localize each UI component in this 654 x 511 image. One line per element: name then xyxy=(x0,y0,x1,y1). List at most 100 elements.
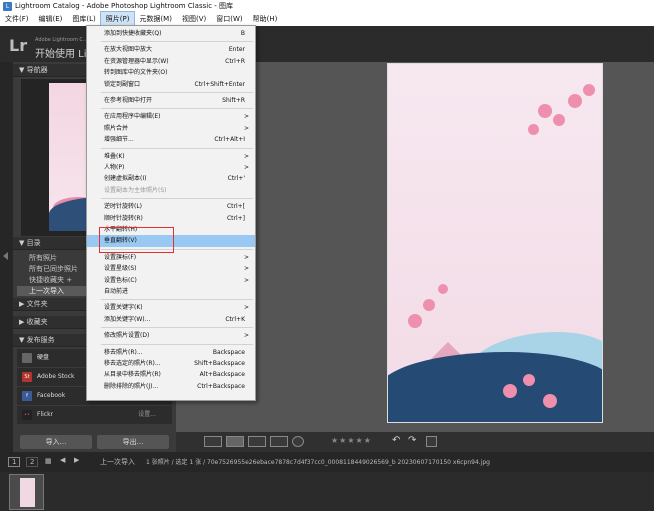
identity-subtitle: Adobe Lightroom C... xyxy=(35,37,88,43)
menu-item-label: 在资源管理器中显示(W) xyxy=(104,57,169,65)
menu-item-shortcut: Ctrl+Alt+I xyxy=(214,136,245,144)
crop-icon[interactable] xyxy=(426,436,437,447)
menu-item-label: 转到图库中的文件夹(O) xyxy=(104,69,168,77)
menu-item[interactable]: 人物(P) > xyxy=(87,162,255,174)
menu-item[interactable]: 顺时针旋转(R) Ctrl+] xyxy=(87,213,255,225)
submenu-arrow-icon: > xyxy=(243,124,249,132)
menu-item[interactable]: 逆时针旋转(L) Ctrl+[ xyxy=(87,201,255,213)
menu-item[interactable]: 移去选定的照片(R)... Shift+Backspace xyxy=(87,358,255,370)
menu-separator xyxy=(101,343,253,345)
forward-arrow-icon[interactable]: ▶ xyxy=(74,456,79,464)
menu-item[interactable]: 设置旗标(F) > xyxy=(87,252,255,264)
window-title: Lightroom Catalog - Adobe Photoshop Ligh… xyxy=(15,2,234,10)
menu-view[interactable]: 视图(V) xyxy=(177,12,211,26)
menu-item-shortcut: Ctrl+] xyxy=(226,214,245,222)
menu-metadata[interactable]: 元数据(M) xyxy=(134,12,177,26)
compare-view-icon[interactable] xyxy=(248,436,266,447)
menu-item[interactable]: 移去照片(R)... Backspace xyxy=(87,347,255,359)
menu-item[interactable]: 添加到快捷收藏夹(Q) B xyxy=(87,28,255,40)
rotate-right-icon[interactable]: ↷ xyxy=(408,435,416,446)
menu-separator xyxy=(101,327,253,329)
filmstrip-header: 1 2 ▦ ◀ ▶ 上一次导入 1 张照片 / 选定 1 张 / 70e7526… xyxy=(0,452,654,472)
menu-item[interactable]: 修改照片设置(D) > xyxy=(87,330,255,342)
blossom-shape xyxy=(438,284,448,294)
export-button[interactable]: 导出... xyxy=(97,435,169,449)
menu-item[interactable]: 设置色标(C) > xyxy=(87,275,255,287)
filmstrip xyxy=(0,472,654,511)
menu-help[interactable]: 帮助(H) xyxy=(248,12,283,26)
highlight-annotation-box xyxy=(99,227,174,253)
publish-facebook-label: Facebook xyxy=(37,392,66,399)
menu-item-label: 设置色标(C) xyxy=(104,276,137,284)
blossom-shape xyxy=(503,384,517,398)
submenu-arrow-icon: > xyxy=(243,253,249,261)
menu-item-shortcut: Backspace xyxy=(212,348,245,356)
menu-photo[interactable]: 照片(P) xyxy=(99,11,136,27)
submenu-arrow-icon: > xyxy=(243,152,249,160)
flickr-setup-label[interactable]: 设置... xyxy=(138,406,156,424)
left-edge-bar[interactable] xyxy=(0,62,13,452)
page-1-button[interactable]: 1 xyxy=(8,457,21,467)
menu-item[interactable]: 转到图库中的文件夹(O) xyxy=(87,67,255,79)
menu-item-shortcut: Ctrl+R xyxy=(225,57,245,65)
blossom-shape xyxy=(583,84,595,96)
menu-item[interactable]: 堆叠(K) > xyxy=(87,151,255,163)
grid-small-icon[interactable]: ▦ xyxy=(45,457,52,465)
thumbnail-image xyxy=(20,478,35,507)
menu-item-shortcut: Ctrl+' xyxy=(227,175,245,183)
filmstrip-thumbnail[interactable] xyxy=(9,474,44,510)
menu-item-label: 照片合并 xyxy=(104,124,129,132)
menu-item[interactable]: 在资源管理器中显示(W) Ctrl+R xyxy=(87,56,255,68)
menu-item[interactable]: 删除排除的照片(J)... Ctrl+Backspace xyxy=(87,381,255,393)
menu-item[interactable]: 添加关键字(W)... Ctrl+K xyxy=(87,314,255,326)
rating-stars[interactable]: ★★★★★ xyxy=(331,436,372,445)
menu-item[interactable]: 创建虚拟副本(I) Ctrl+' xyxy=(87,173,255,185)
menu-separator xyxy=(101,108,253,110)
page-2-button[interactable]: 2 xyxy=(26,457,39,467)
menu-item[interactable]: 在参考视图中打开 Shift+R xyxy=(87,95,255,107)
menu-item[interactable]: 在放大视图中放大 Enter xyxy=(87,44,255,56)
menu-item[interactable]: 自动前进 xyxy=(87,286,255,298)
blossom-shape xyxy=(523,374,535,386)
menu-item-label: 设置星级(S) xyxy=(104,265,137,273)
filmstrip-source[interactable]: 上一次导入 xyxy=(100,457,135,467)
collapse-arrow-icon[interactable] xyxy=(3,252,8,260)
menu-item[interactable]: 设置星级(S) > xyxy=(87,263,255,275)
photo-menu-dropdown: 添加到快捷收藏夹(Q) B 在放大视图中放大 Enter 在资源管理器中显示(W) Ctr… xyxy=(86,25,256,401)
menu-window[interactable]: 窗口(W) xyxy=(211,12,247,26)
menu-item[interactable]: 从目录中移去照片(R) Alt+Backspace xyxy=(87,369,255,381)
adobe-stock-icon: St xyxy=(22,372,32,382)
blossom-shape xyxy=(568,94,582,108)
menu-item[interactable]: 设置副本为主体照片(S) xyxy=(87,185,255,197)
menu-item-label: 设置副本为主体照片(S) xyxy=(104,186,167,194)
menu-bar: 文件(F) 编辑(E) 图库(L) 照片(P) 元数据(M) 视图(V) 窗口(… xyxy=(0,11,654,27)
back-arrow-icon[interactable]: ◀ xyxy=(60,456,65,464)
menu-item-shortcut: Alt+Backspace xyxy=(199,371,245,379)
publish-adobe-stock-label: Adobe Stock xyxy=(37,373,75,380)
grid-view-icon[interactable] xyxy=(204,436,222,447)
menu-item[interactable]: 照片合并 > xyxy=(87,123,255,135)
survey-view-icon[interactable] xyxy=(270,436,288,447)
blossom-shape xyxy=(408,314,422,328)
collections-label: 收藏夹 xyxy=(26,318,48,326)
menu-item[interactable]: 锁定到副窗口 Ctrl+Shift+Enter xyxy=(87,79,255,91)
menu-item[interactable]: 增强细节... Ctrl+Alt+I xyxy=(87,134,255,146)
menu-item-label: 锁定到副窗口 xyxy=(104,80,141,88)
people-view-icon[interactable] xyxy=(292,436,304,447)
hard-drive-icon xyxy=(22,353,32,363)
menu-library[interactable]: 图库(L) xyxy=(67,12,100,26)
menu-edit[interactable]: 编辑(E) xyxy=(34,12,68,26)
filmstrip-count: 1 张照片 / 选定 1 张 / 70e7526955e26ebace7878c… xyxy=(146,459,490,466)
publish-flickr[interactable]: •• Flickr 设置... xyxy=(17,406,172,424)
rotate-left-icon[interactable]: ↶ xyxy=(392,435,400,446)
app-icon: L xyxy=(3,1,12,11)
menu-item[interactable]: 设置关键字(K) > xyxy=(87,302,255,314)
import-button[interactable]: 导入... xyxy=(20,435,92,449)
menu-item-label: 堆叠(K) xyxy=(104,152,125,160)
menu-file[interactable]: 文件(F) xyxy=(0,12,34,26)
submenu-arrow-icon: > xyxy=(243,164,249,171)
menu-item-shortcut: Ctrl+K xyxy=(225,315,245,323)
loupe-view-icon[interactable] xyxy=(226,436,244,447)
menu-item-shortcut: Enter xyxy=(228,46,245,54)
menu-item[interactable]: 在应用程序中编辑(E) > xyxy=(87,111,255,123)
